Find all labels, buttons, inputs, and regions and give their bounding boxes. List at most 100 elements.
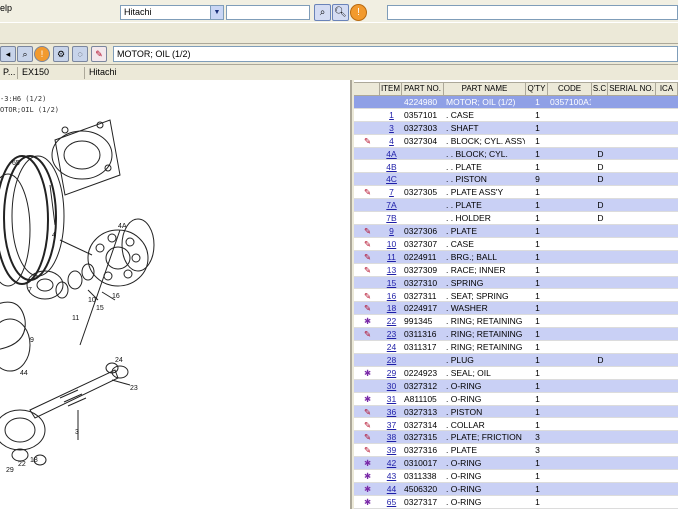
secondary-search-input[interactable] [387, 5, 678, 20]
table-row[interactable]: ✎ 9 0327306 . PLATE 1 [354, 225, 678, 238]
table-row[interactable]: 4224980 MOTOR; OIL (1/2) 1 0357100A1 [354, 96, 678, 109]
table-row[interactable]: ✎ 7 0327305 . PLATE ASS'Y 1 [354, 186, 678, 200]
search-icon[interactable]: 🔍︎ [332, 4, 349, 21]
bulb-icon[interactable]: ◌ [72, 46, 88, 62]
item-link[interactable]: 36 [382, 406, 401, 418]
settings-icon[interactable]: ⚙ [53, 46, 69, 62]
zoom-icon[interactable]: ⌕ [17, 46, 33, 62]
search-input[interactable] [226, 5, 310, 20]
col-sc[interactable]: S.C [592, 82, 608, 96]
table-row[interactable]: 30 0327312 . O-RING 1 [354, 379, 678, 393]
item-link[interactable]: 13 [382, 264, 401, 276]
item-link[interactable]: 16 [382, 290, 401, 302]
table-row[interactable]: ✱ 44 4506320 . O-RING 1 [354, 483, 678, 496]
table-row[interactable]: ✱ 31 A811105 . O-RING 1 [354, 393, 678, 406]
item-link[interactable]: 22 [382, 315, 401, 327]
table-row[interactable]: ✱ 43 0311338 . O-RING 1 [354, 470, 678, 483]
item-link[interactable]: 7 [382, 186, 401, 198]
note-icon[interactable]: ✎ [356, 406, 379, 418]
col-serial-no[interactable]: SERIAL NO. [608, 82, 656, 96]
item-link[interactable]: 4C [382, 173, 401, 185]
gear-icon[interactable]: ✱ [356, 315, 379, 327]
item-link[interactable]: 18 [382, 302, 401, 314]
table-row[interactable]: ✎ 37 0327314 . COLLAR 1 [354, 419, 678, 432]
note-icon[interactable]: ✎ [356, 444, 379, 456]
col-ica[interactable]: ICA [656, 82, 678, 96]
table-row[interactable]: ✎ 13 0327309 . RACE; INNER 1 [354, 264, 678, 277]
item-link[interactable]: 15 [382, 277, 401, 289]
table-row[interactable]: 15 0327310 . SPRING 1 [354, 276, 678, 290]
table-row[interactable]: ✎ 16 0327311 . SEAT; SPRING 1 [354, 290, 678, 303]
help-menu[interactable]: elp [0, 3, 12, 13]
note-icon[interactable]: ✎ [91, 46, 107, 62]
gear-icon[interactable]: ✱ [356, 496, 379, 508]
table-row[interactable]: 1 0357101. CASE 1 [354, 109, 678, 122]
item-link[interactable]: 7A [382, 199, 401, 211]
info-icon[interactable]: ! [350, 4, 367, 21]
item-link[interactable]: 23 [382, 328, 401, 340]
item-link[interactable]: 1 [382, 109, 401, 121]
item-link[interactable]: 39 [382, 444, 401, 456]
table-row[interactable]: ✱ 22 991345 . RING; RETAINING 1 [354, 315, 678, 329]
back-icon[interactable]: ◂ [0, 46, 16, 62]
item-link[interactable]: 28 [382, 354, 401, 366]
item-link[interactable]: 65 [382, 496, 401, 508]
note-icon[interactable]: ✎ [356, 328, 379, 340]
binoculars-icon[interactable]: ⌕ [314, 4, 331, 21]
table-row[interactable]: 24 0311317 . RING; RETAINING 1 [354, 341, 678, 354]
parts-drawing[interactable]: -3:H6 (1/2) OTOR;OIL (1/2) 65 4 4A 10 15… [0, 80, 352, 509]
col-qty[interactable]: Q'TY [526, 82, 548, 96]
table-row[interactable]: ✎ 38 0327315 . PLATE; FRICTION 3 [354, 431, 678, 445]
gear-icon[interactable]: ✱ [356, 483, 379, 495]
table-row[interactable]: 4C . . PISTON 9 D [354, 173, 678, 187]
table-row[interactable]: 28 . PLUG 1 D [354, 354, 678, 367]
table-row[interactable]: ✱ 65 0327317 . O-RING 1 [354, 496, 678, 509]
table-row[interactable]: ✱ 29 0224923 . SEAL; OIL 1 [354, 367, 678, 380]
item-link[interactable]: 42 [382, 457, 401, 469]
item-link[interactable]: 37 [382, 419, 401, 431]
col-part-no[interactable]: PART NO. [402, 82, 444, 96]
item-link[interactable]: 9 [382, 225, 401, 237]
note-icon[interactable]: ✎ [356, 431, 379, 443]
alert-icon[interactable]: ! [34, 46, 50, 62]
table-row[interactable]: 4B . . PLATE 1 D [354, 161, 678, 174]
item-link[interactable]: 4A [382, 148, 401, 160]
item-link[interactable]: 11 [382, 251, 401, 263]
note-icon[interactable]: ✎ [356, 135, 379, 147]
table-row[interactable]: ✎ 23 0311316 . RING; RETAINING 1 [354, 328, 678, 342]
item-link[interactable]: 4 [382, 135, 401, 147]
item-link[interactable]: 10 [382, 238, 401, 250]
note-icon[interactable]: ✎ [356, 290, 379, 302]
gear-icon[interactable]: ✱ [356, 470, 379, 482]
note-icon[interactable]: ✎ [356, 302, 379, 314]
item-link[interactable]: 7B [382, 212, 401, 224]
item-link[interactable]: 30 [382, 380, 401, 392]
note-icon[interactable]: ✎ [356, 419, 379, 431]
col-item[interactable]: ITEM [380, 82, 402, 96]
table-row[interactable]: 7A . . PLATE 1 D [354, 199, 678, 213]
table-row[interactable]: 4A . . BLOCK; CYL. 1 D [354, 147, 678, 161]
table-row[interactable]: ✎ 36 0327313 . PISTON 1 [354, 405, 678, 419]
item-link[interactable]: 4B [382, 161, 401, 173]
manufacturer-select[interactable]: Hitachi ▼ [120, 5, 224, 20]
note-icon[interactable]: ✎ [356, 238, 379, 250]
table-row[interactable]: ✎ 4 0327304 . BLOCK; CYL. ASSY 1 [354, 135, 678, 148]
gear-icon[interactable]: ✱ [356, 393, 379, 405]
item-link[interactable]: 43 [382, 470, 401, 482]
note-icon[interactable]: ✎ [356, 251, 379, 263]
col-code[interactable]: CODE [548, 82, 592, 96]
item-link[interactable]: 29 [382, 367, 401, 379]
gear-icon[interactable]: ✱ [356, 367, 379, 379]
item-link[interactable] [382, 96, 401, 108]
item-link[interactable]: 44 [382, 483, 401, 495]
item-link[interactable]: 38 [382, 431, 401, 443]
table-row[interactable]: ✎ 39 0327316 . PLATE 3 [354, 444, 678, 458]
chevron-down-icon[interactable]: ▼ [210, 6, 223, 19]
gear-icon[interactable]: ✱ [356, 457, 379, 469]
table-row[interactable]: ✎ 11 0224911 . BRG.; BALL 1 [354, 250, 678, 264]
col-part-name[interactable]: PART NAME [444, 82, 526, 96]
note-icon[interactable]: ✎ [356, 225, 379, 237]
item-link[interactable]: 3 [382, 122, 401, 134]
table-row[interactable]: 3 0327303 . SHAFT 1 [354, 121, 678, 135]
item-link[interactable]: 24 [382, 341, 401, 353]
